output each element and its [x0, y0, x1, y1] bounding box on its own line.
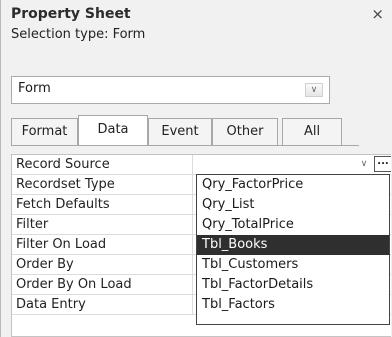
column-divider — [192, 255, 193, 275]
column-divider — [192, 215, 193, 235]
dropdown-item[interactable]: Tbl_Customers — [197, 255, 389, 275]
dropdown-item[interactable]: Tbl_Factors — [197, 295, 389, 315]
property-label: Fetch Defaults — [16, 197, 110, 212]
selection-type-label: Selection type: Form — [11, 27, 146, 42]
property-label: Filter — [16, 217, 49, 232]
tab-data[interactable]: Data — [78, 115, 148, 146]
builder-button[interactable]: ... — [374, 156, 391, 172]
record-source-dropdown-list[interactable]: Qry_FactorPrice Qry_List Qry_TotalPrice … — [196, 174, 390, 325]
dropdown-item[interactable]: Tbl_FactorDetails — [197, 275, 389, 295]
property-label: Recordset Type — [16, 177, 115, 192]
property-label: Order By On Load — [16, 277, 132, 292]
column-divider — [192, 155, 193, 175]
chevron-down-icon[interactable]: ∨ — [357, 157, 371, 171]
column-divider — [192, 195, 193, 215]
tab-format[interactable]: Format — [11, 118, 78, 146]
dropdown-item[interactable]: Qry_FactorPrice — [197, 175, 389, 195]
close-icon[interactable]: × — [371, 5, 384, 23]
tab-event[interactable]: Event — [148, 118, 212, 146]
object-selector-value: Form — [18, 81, 51, 96]
dropdown-item[interactable]: Qry_TotalPrice — [197, 215, 389, 235]
property-label: Order By — [16, 257, 74, 272]
tab-all[interactable]: All — [282, 118, 342, 146]
column-divider — [192, 235, 193, 255]
property-row-record-source[interactable]: Record Source ∨ ... — [12, 155, 391, 175]
tab-divider — [11, 145, 359, 146]
dropdown-item[interactable]: Qry_List — [197, 195, 389, 215]
property-label: Record Source — [16, 157, 110, 172]
column-divider — [192, 275, 193, 295]
property-label: Filter On Load — [16, 237, 107, 252]
column-divider — [192, 295, 193, 315]
tab-other[interactable]: Other — [212, 118, 278, 146]
object-selector-combo[interactable]: Form ∨ — [11, 76, 330, 104]
dropdown-item-selected[interactable]: Tbl_Books — [197, 235, 389, 255]
tab-strip: Format Data Event Other All — [11, 115, 356, 146]
panel-title: Property Sheet — [11, 6, 131, 22]
column-divider — [192, 175, 193, 195]
property-sheet-panel: Property Sheet × Selection type: Form Fo… — [0, 0, 392, 337]
chevron-down-icon[interactable]: ∨ — [305, 83, 323, 97]
property-label: Data Entry — [16, 297, 86, 312]
